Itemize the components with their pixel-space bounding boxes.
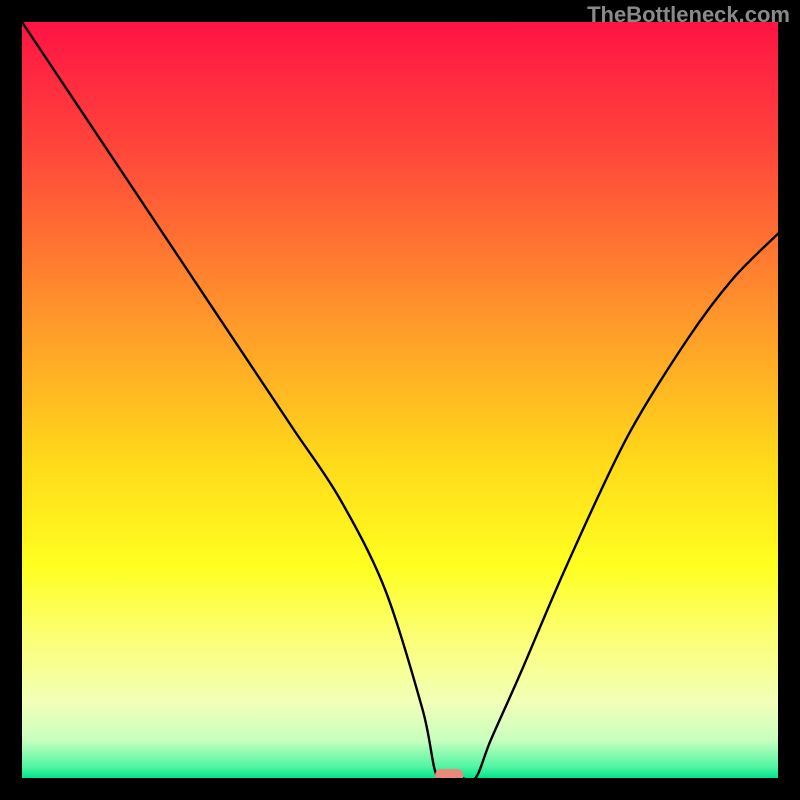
watermark-text: TheBottleneck.com: [587, 2, 790, 28]
chart-svg: [22, 22, 778, 778]
chart-container: TheBottleneck.com: [0, 0, 800, 800]
optimal-marker: [435, 769, 463, 778]
plot-area: [22, 22, 778, 778]
gradient-background: [22, 22, 778, 778]
